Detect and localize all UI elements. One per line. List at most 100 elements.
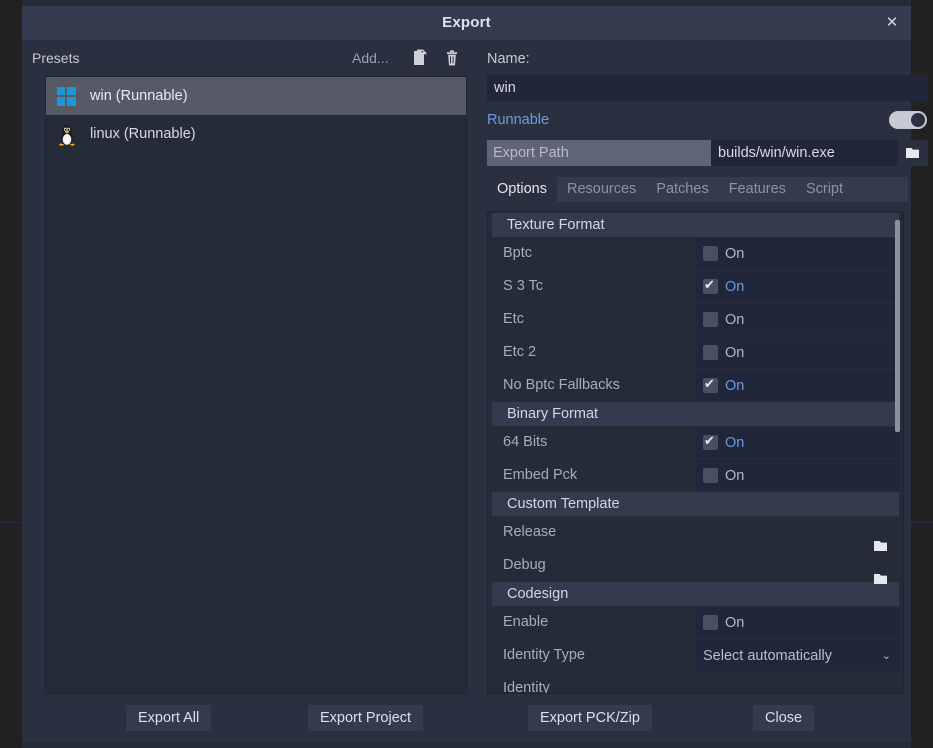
export-path-row: Export Path builds/win/win.exe	[487, 140, 928, 166]
runnable-label: Runnable	[487, 112, 550, 128]
presets-heading: Presets	[32, 50, 80, 66]
options-panel: Texture Format Bptc On S 3 Tc On	[487, 211, 904, 694]
option-label: 64 Bits	[503, 434, 548, 450]
option-label: Enable	[503, 614, 549, 630]
checkbox[interactable]	[703, 432, 718, 450]
add-preset-button[interactable]: Add...	[352, 50, 389, 66]
option-label: Identity	[503, 680, 550, 694]
section-header-codesign: Codesign	[492, 582, 899, 606]
export-all-button[interactable]: Export All	[126, 705, 212, 731]
checkbox-label: On	[725, 311, 745, 328]
export-dialog: Export ✕ Presets Add... win (Runnable) l…	[22, 6, 928, 742]
section-header-custom-template: Custom Template	[492, 492, 899, 516]
option-row-identity-type: Identity Type Select automatically ⌄	[488, 639, 903, 672]
checkbox[interactable]	[703, 375, 718, 393]
option-row-identity: Identity	[488, 672, 903, 694]
option-value	[696, 673, 899, 693]
runnable-row: Runnable	[487, 107, 928, 133]
export-project-button[interactable]: Export Project	[308, 705, 424, 731]
preset-detail-column: Name: Runnable Export Path builds/win/wi…	[474, 46, 928, 694]
checkbox[interactable]	[703, 468, 718, 483]
tab-options[interactable]: Options	[487, 177, 557, 202]
checkbox-label: On	[725, 377, 745, 394]
runnable-toggle[interactable]	[889, 111, 927, 129]
tab-patches[interactable]: Patches	[646, 177, 718, 202]
duplicate-icon[interactable]	[409, 49, 431, 69]
option-label: Bptc	[503, 245, 533, 261]
export-path-input[interactable]: builds/win/win.exe	[711, 140, 898, 166]
tab-script[interactable]: Script	[796, 177, 853, 202]
option-row-64-bits: 64 Bits On	[488, 426, 903, 459]
dialog-title: Export	[442, 14, 491, 31]
dialog-footer: Export All Export Project Export PCK/Zip…	[22, 694, 911, 742]
option-row-etc: Etc On	[488, 303, 903, 336]
checkbox-label: On	[725, 467, 745, 484]
preset-tabs[interactable]: Options Resources Patches Features Scrip…	[487, 177, 908, 202]
preset-item-label: linux (Runnable)	[90, 126, 196, 142]
option-row-no-bptc-fallbacks: No Bptc Fallbacks On	[488, 369, 903, 402]
trash-icon[interactable]	[441, 49, 463, 69]
option-label: Etc	[503, 311, 524, 327]
option-label: No Bptc Fallbacks	[503, 377, 620, 393]
close-icon[interactable]: ✕	[881, 12, 903, 34]
checkbox[interactable]	[703, 312, 718, 327]
checkbox[interactable]	[703, 345, 718, 360]
option-value: On	[696, 337, 899, 368]
identity-type-dropdown[interactable]: Select automatically ⌄	[696, 640, 899, 671]
tab-features[interactable]: Features	[719, 177, 796, 202]
presets-header: Presets Add...	[25, 46, 467, 74]
option-row-enable: Enable On	[488, 606, 903, 639]
dropdown-value: Select automatically	[703, 647, 832, 664]
option-value: On	[696, 238, 899, 269]
checkbox-label: On	[725, 344, 745, 361]
option-label: S 3 Tc	[503, 278, 544, 294]
option-row-bptc: Bptc On	[488, 237, 903, 270]
option-value: On	[696, 427, 899, 458]
scrollbar-thumb[interactable]	[895, 220, 900, 432]
checkbox-label: On	[725, 434, 745, 451]
export-path-label[interactable]: Export Path	[487, 140, 711, 166]
option-value: On	[696, 271, 899, 302]
close-button[interactable]: Close	[753, 705, 815, 731]
windows-logo-icon	[54, 83, 80, 109]
preset-item-linux[interactable]: linux (Runnable)	[46, 115, 466, 153]
folder-icon[interactable]	[898, 140, 928, 166]
presets-column: Presets Add... win (Runnable) linux (Run…	[25, 46, 467, 694]
option-value: On	[696, 607, 899, 638]
dialog-titlebar: Export ✕	[22, 6, 911, 40]
checkbox[interactable]	[703, 246, 718, 261]
option-row-release: Release	[488, 516, 903, 551]
option-label: Embed Pck	[503, 467, 578, 483]
option-row-embed-pck: Embed Pck On	[488, 459, 903, 492]
option-row-etc2: Etc 2 On	[488, 336, 903, 369]
option-label: Etc 2	[503, 344, 537, 360]
option-value	[696, 550, 899, 584]
option-value: On	[696, 304, 899, 335]
presets-list[interactable]: win (Runnable) linux (Runnable)	[45, 76, 467, 694]
tab-resources[interactable]: Resources	[557, 177, 646, 202]
checkbox[interactable]	[703, 615, 718, 630]
option-row-debug: Debug	[488, 549, 903, 584]
dialog-body: Presets Add... win (Runnable) linux (Run…	[22, 40, 928, 742]
option-label: Identity Type	[503, 647, 585, 663]
preset-name-input[interactable]	[487, 75, 928, 101]
checkbox-label: On	[725, 614, 745, 631]
checkbox-label: On	[725, 278, 745, 295]
checkbox-label: On	[725, 245, 745, 262]
export-pck-zip-button[interactable]: Export PCK/Zip	[528, 705, 652, 731]
section-header-texture-format: Texture Format	[492, 213, 899, 237]
option-value	[696, 517, 899, 551]
option-row-s3tc: S 3 Tc On	[488, 270, 903, 303]
option-value: On	[696, 370, 899, 401]
checkbox[interactable]	[703, 276, 718, 294]
option-label: Release	[503, 524, 557, 540]
section-header-binary-format: Binary Format	[492, 402, 899, 426]
options-list: Texture Format Bptc On S 3 Tc On	[488, 212, 903, 693]
linux-tux-icon	[54, 121, 80, 147]
preset-item-label: win (Runnable)	[90, 88, 188, 104]
name-label: Name:	[487, 51, 530, 67]
preset-item-win[interactable]: win (Runnable)	[46, 77, 466, 115]
option-value: On	[696, 460, 899, 491]
options-scrollbar[interactable]	[892, 220, 902, 432]
chevron-down-icon: ⌄	[881, 650, 891, 662]
